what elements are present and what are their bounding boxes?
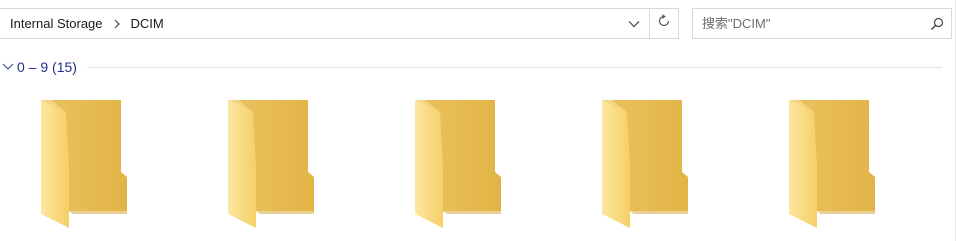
breadcrumb-item-internal-storage[interactable]: Internal Storage: [10, 16, 103, 31]
group-title: 0 – 9 (15): [17, 59, 77, 75]
folder-item[interactable]: [783, 96, 879, 241]
address-bar[interactable]: Internal Storage DCIM: [0, 8, 679, 39]
folder-item[interactable]: [35, 96, 131, 241]
group-divider: [86, 66, 942, 68]
group-header[interactable]: 0 – 9 (15): [0, 57, 942, 77]
folder-item[interactable]: [596, 96, 692, 241]
breadcrumb-item-dcim[interactable]: DCIM: [131, 16, 164, 31]
breadcrumb: Internal Storage DCIM: [10, 9, 164, 38]
search-box[interactable]: [692, 8, 952, 39]
chevron-right-icon[interactable]: [113, 19, 121, 29]
refresh-icon: [657, 14, 671, 33]
search-icon[interactable]: [929, 16, 945, 32]
folder-icon: [228, 100, 314, 228]
folder-icon: [41, 100, 127, 228]
refresh-button[interactable]: [649, 9, 678, 38]
folder-item[interactable]: [409, 96, 505, 241]
folder-icon: [415, 100, 501, 228]
search-input[interactable]: [693, 9, 923, 38]
folder-icon: [602, 100, 688, 228]
chevron-down-icon: [628, 15, 640, 33]
address-dropdown-button[interactable]: [620, 9, 648, 38]
folder-icon: [789, 100, 875, 228]
chevron-down-icon[interactable]: [1, 60, 15, 74]
folder-item[interactable]: [222, 96, 318, 241]
